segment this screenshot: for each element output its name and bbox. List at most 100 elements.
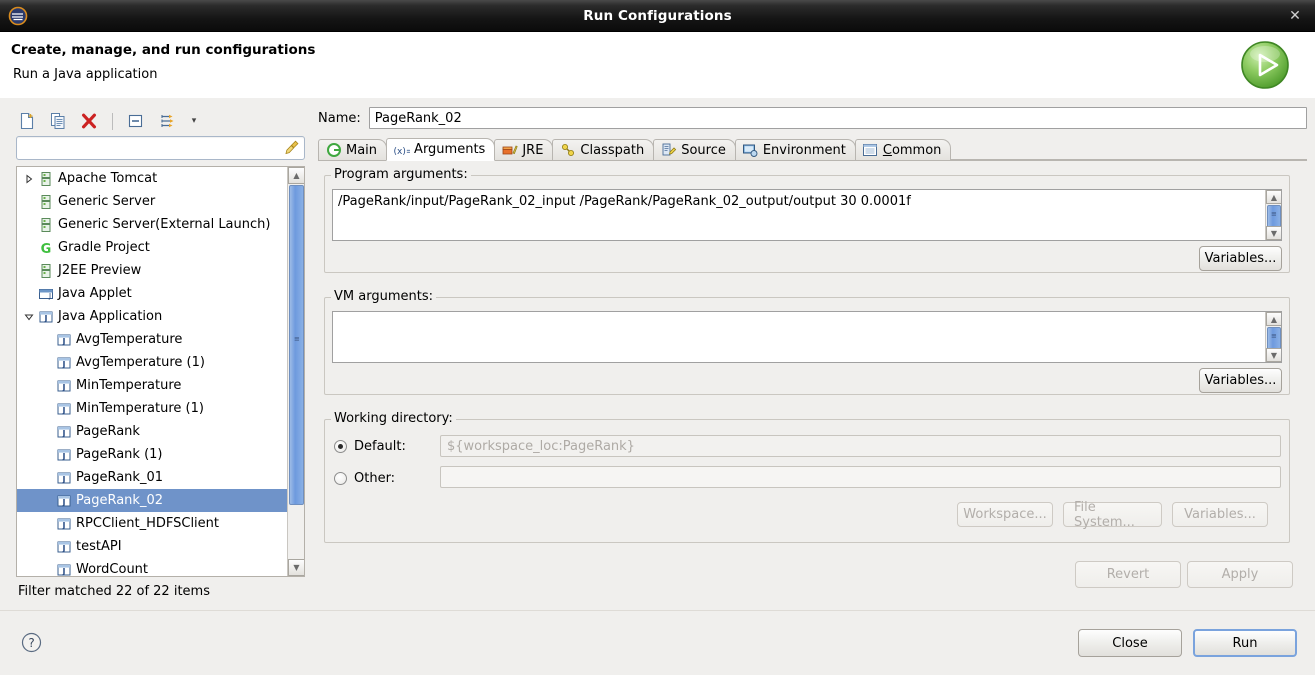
chevron-down-icon[interactable]: ▾ bbox=[187, 111, 201, 131]
filter-arrows-icon[interactable] bbox=[156, 110, 178, 132]
java-launch-icon: J bbox=[55, 424, 73, 440]
variables-button[interactable]: Variables... bbox=[1172, 502, 1268, 527]
copy-icon[interactable] bbox=[47, 110, 69, 132]
tree-item-rpcclient-hdfsclient[interactable]: J RPCClient_HDFSClient bbox=[17, 512, 288, 535]
tree-item-wordcount[interactable]: J WordCount bbox=[17, 558, 288, 576]
other-working-directory-field[interactable] bbox=[440, 466, 1281, 488]
tree-item-pagerank-1[interactable]: J PageRank (1) bbox=[17, 443, 288, 466]
other-radio[interactable] bbox=[334, 471, 347, 485]
tree-item-mintemperature-1[interactable]: J MinTemperature (1) bbox=[17, 397, 288, 420]
tree-item-pagerank[interactable]: J PageRank bbox=[17, 420, 288, 443]
svg-text:(x)=: (x)= bbox=[394, 147, 411, 157]
filter-search-box[interactable] bbox=[16, 136, 305, 160]
tree-item-generic-server-external-launch[interactable]: Generic Server(External Launch) bbox=[17, 213, 288, 236]
search-input[interactable] bbox=[17, 139, 304, 157]
scrollbar-thumb[interactable]: ≡ bbox=[1267, 205, 1281, 228]
scroll-down-icon[interactable]: ▼ bbox=[288, 559, 304, 576]
window-titlebar: Run Configurations ✕ bbox=[0, 0, 1315, 32]
svg-text:?: ? bbox=[28, 636, 34, 650]
working-directory-default-option[interactable]: Default: bbox=[334, 436, 406, 456]
vm-arguments-scrollbar[interactable]: ▲ ≡ ▼ bbox=[1265, 312, 1281, 362]
revert-button[interactable]: Revert bbox=[1075, 561, 1181, 588]
tree-item-label: WordCount bbox=[76, 562, 149, 576]
configurations-panel: ▾ Apache Tomcat Generic Server Generic Ser… bbox=[8, 106, 311, 603]
chevron-down-icon[interactable] bbox=[21, 312, 37, 322]
svg-text:J: J bbox=[62, 498, 66, 507]
tree-item-label: Java Applet bbox=[58, 286, 132, 301]
configurations-toolbar: ▾ bbox=[8, 106, 311, 136]
configurations-tree[interactable]: Apache Tomcat Generic Server Generic Serve… bbox=[16, 166, 305, 577]
new-document-icon[interactable] bbox=[16, 110, 38, 132]
java-application-icon: J bbox=[37, 309, 55, 325]
scrollbar-thumb[interactable]: ≡ bbox=[289, 185, 304, 505]
tree-vertical-scrollbar[interactable]: ▲ ≡ ▼ bbox=[287, 167, 304, 576]
tree-item-label: Java Application bbox=[58, 309, 163, 324]
tab-classpath[interactable]: Classpath bbox=[552, 139, 655, 160]
scroll-down-icon[interactable]: ▼ bbox=[1266, 226, 1281, 240]
tree-item-java-application[interactable]: J Java Application bbox=[17, 305, 288, 328]
dialog-header: Create, manage, and run configurations R… bbox=[0, 32, 1315, 100]
tree-item-testapi[interactable]: JtestAPI bbox=[17, 535, 288, 558]
scroll-up-icon[interactable]: ▲ bbox=[1266, 190, 1281, 204]
tab-arguments[interactable]: (x)= Arguments bbox=[386, 138, 496, 161]
tree-item-generic-server[interactable]: Generic Server bbox=[17, 190, 288, 213]
close-button[interactable]: Close bbox=[1078, 629, 1182, 657]
tabs-filler bbox=[950, 138, 1307, 160]
scroll-up-icon[interactable]: ▲ bbox=[1266, 312, 1281, 326]
java-launch-icon: J bbox=[55, 378, 73, 394]
program-arguments-scrollbar[interactable]: ▲ ≡ ▼ bbox=[1265, 190, 1281, 240]
server-icon bbox=[37, 217, 55, 233]
working-directory-other-option[interactable]: Other: bbox=[334, 468, 395, 488]
tab-label: JRE bbox=[522, 142, 544, 158]
tab-source[interactable]: Source bbox=[653, 139, 736, 160]
page-subtitle: Run a Java application bbox=[13, 67, 158, 82]
vm-arguments-variables-button[interactable]: Variables... bbox=[1199, 368, 1282, 393]
program-arguments-value: /PageRank/input/PageRank_02_input /PageR… bbox=[338, 194, 911, 209]
tab-main[interactable]: Main bbox=[318, 139, 388, 160]
tree-item-avgtemperature[interactable]: J AvgTemperature bbox=[17, 328, 288, 351]
tab-environment[interactable]: Environment bbox=[734, 139, 856, 160]
tree-item-j2ee-preview[interactable]: J2EE Preview bbox=[17, 259, 288, 282]
delete-red-x-icon[interactable] bbox=[78, 110, 100, 132]
tab-common[interactable]: Common bbox=[854, 139, 952, 160]
scrollbar-grip: ≡ bbox=[1271, 332, 1277, 340]
page-title: Create, manage, and run configurations bbox=[11, 42, 316, 58]
tab-label: Arguments bbox=[414, 142, 486, 157]
default-radio[interactable] bbox=[334, 439, 347, 453]
run-button[interactable]: Run bbox=[1193, 629, 1297, 657]
footer-buttons: Close Run bbox=[1078, 629, 1297, 657]
file-system-button[interactable]: File System... bbox=[1063, 500, 1162, 530]
tree-item-pagerank-01[interactable]: J PageRank_01 bbox=[17, 466, 288, 489]
close-icon[interactable]: ✕ bbox=[1285, 6, 1305, 26]
tree-item-label: PageRank bbox=[76, 424, 140, 439]
filter-status-text: Filter matched 22 of 22 items bbox=[18, 584, 210, 599]
scrollbar-thumb[interactable]: ≡ bbox=[1267, 327, 1281, 350]
tab-label: Common bbox=[882, 142, 942, 158]
program-arguments-textarea[interactable]: /PageRank/input/PageRank_02_input /PageR… bbox=[332, 189, 1282, 241]
tree-item-pagerank-02[interactable]: J PageRank_02 bbox=[17, 489, 288, 512]
tree-item-apache-tomcat[interactable]: Apache Tomcat bbox=[17, 167, 288, 190]
name-label: Name: bbox=[318, 110, 361, 126]
svg-text:J: J bbox=[62, 429, 66, 438]
chevron-right-icon[interactable] bbox=[21, 173, 37, 184]
tree-item-gradle-project[interactable]: G Gradle Project bbox=[17, 236, 288, 259]
scroll-down-icon[interactable]: ▼ bbox=[1266, 348, 1281, 362]
workspace-button[interactable]: Workspace... bbox=[957, 502, 1053, 527]
tree-item-label: MinTemperature (1) bbox=[76, 401, 204, 416]
program-arguments-variables-button[interactable]: Variables... bbox=[1199, 246, 1282, 271]
name-input[interactable]: PageRank_02 bbox=[368, 107, 1307, 129]
scroll-up-icon[interactable]: ▲ bbox=[288, 167, 304, 184]
tab-label: Classpath bbox=[580, 142, 645, 158]
svg-text:J: J bbox=[62, 360, 66, 369]
java-launch-icon: J bbox=[55, 470, 73, 486]
tab-jre[interactable]: JRE bbox=[494, 139, 554, 160]
jre-icon bbox=[501, 143, 518, 158]
tree-item-java-applet[interactable]: J Java Applet bbox=[17, 282, 288, 305]
vm-arguments-textarea[interactable]: ▲ ≡ ▼ bbox=[332, 311, 1282, 363]
apply-button[interactable]: Apply bbox=[1187, 561, 1293, 588]
help-question-icon[interactable]: ? bbox=[21, 632, 42, 653]
broom-icon[interactable] bbox=[284, 139, 300, 155]
collapse-all-icon[interactable] bbox=[125, 110, 147, 132]
tree-item-mintemperature[interactable]: J MinTemperature bbox=[17, 374, 288, 397]
tree-item-avgtemperature-1[interactable]: J AvgTemperature (1) bbox=[17, 351, 288, 374]
